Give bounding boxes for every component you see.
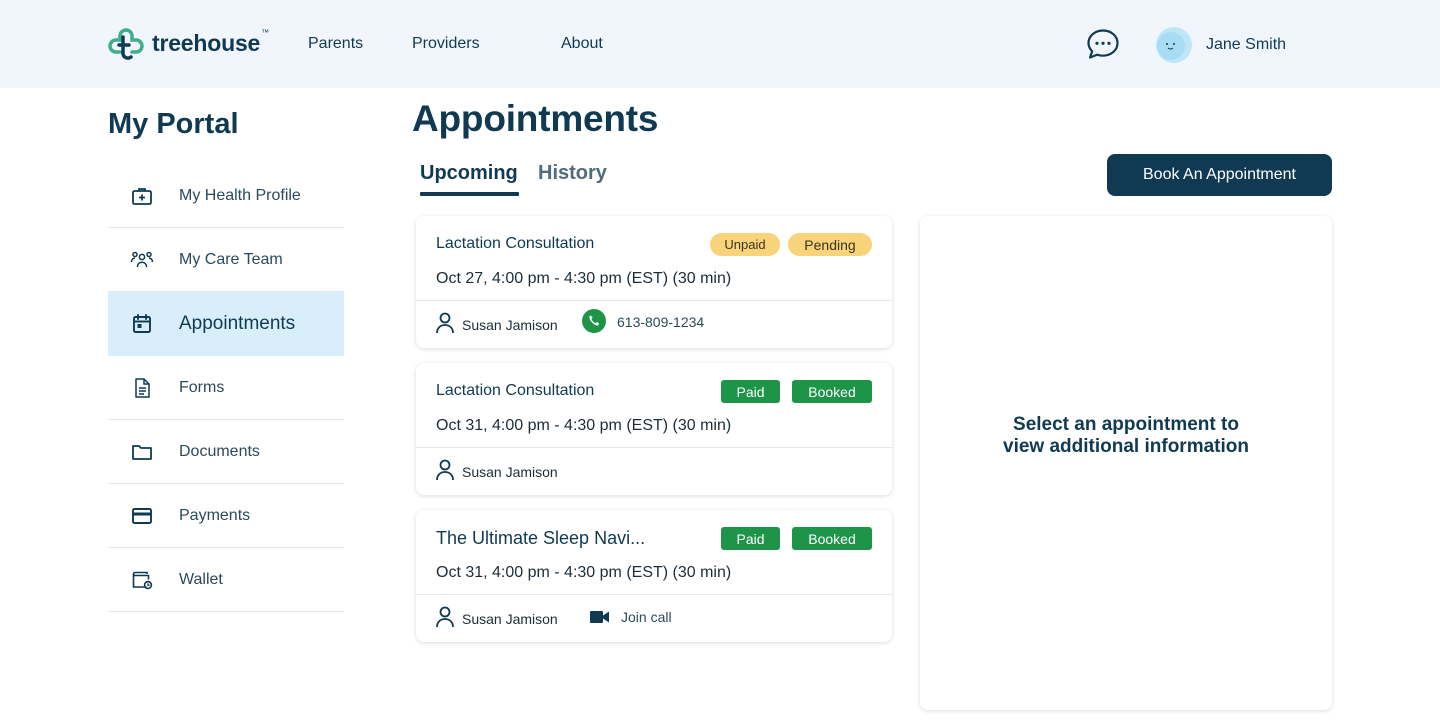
appointment-time: Oct 31, 4:00 pm - 4:30 pm (EST) (30 min) — [436, 564, 732, 581]
appointment-card[interactable]: The Ultimate Sleep Navi... Paid Booked O… — [416, 510, 892, 642]
nav-parents-link[interactable]: Parents — [308, 35, 363, 53]
credit-card-icon — [132, 508, 152, 524]
sidebar-item-label: Payments — [179, 506, 251, 524]
user-name[interactable]: Jane Smith — [1206, 36, 1286, 54]
sidebar-item-label: My Care Team — [179, 250, 283, 268]
sidebar-item-label: Appointments — [179, 312, 296, 334]
video-camera-icon[interactable] — [590, 610, 610, 624]
empty-state-line: Select an appointment to — [1013, 414, 1239, 435]
chat-bubble-icon[interactable] — [1086, 28, 1120, 60]
sidebar-item-appointments[interactable]: Appointments — [108, 292, 344, 356]
calendar-icon — [133, 314, 151, 333]
appointment-title: Lactation Consultation — [436, 235, 595, 252]
sidebar-item-forms[interactable]: Forms — [108, 356, 344, 420]
active-tab-indicator — [420, 192, 519, 196]
sidebar-item-label: Forms — [179, 378, 225, 396]
appointment-time: Oct 31, 4:00 pm - 4:30 pm (EST) (30 min) — [436, 417, 732, 434]
sidebar-item-label: Wallet — [179, 570, 223, 588]
nav-providers-link[interactable]: Providers — [412, 35, 480, 53]
empty-state-line: view additional information — [1003, 436, 1249, 457]
people-icon — [130, 251, 154, 268]
appointment-time: Oct 27, 4:00 pm - 4:30 pm (EST) (30 min) — [436, 270, 732, 287]
page-title: Appointments — [412, 98, 659, 139]
treehouse-logo-icon — [108, 28, 144, 60]
card-divider — [416, 300, 892, 301]
pending-badge: Pending — [788, 233, 872, 256]
portal-title: My Portal — [108, 108, 239, 140]
provider-name: Susan Jamison — [462, 464, 558, 480]
wallet-icon — [132, 571, 153, 590]
sidebar-item-my-health-profile[interactable]: My Health Profile — [108, 164, 344, 228]
appointment-card[interactable]: Lactation Consultation Unpaid Pending Oc… — [416, 216, 892, 348]
avatar-face-icon — [1157, 32, 1185, 60]
provider-name: Susan Jamison — [462, 317, 558, 333]
sidebar-item-label: Documents — [179, 442, 260, 460]
tab-history[interactable]: History — [538, 162, 607, 185]
unpaid-badge: Unpaid — [710, 233, 780, 256]
booked-badge: Booked — [792, 380, 872, 403]
sidebar-item-my-care-team[interactable]: My Care Team — [108, 228, 344, 292]
sidebar-item-wallet[interactable]: Wallet — [108, 548, 344, 612]
appointment-title: Lactation Consultation — [436, 382, 595, 399]
person-icon — [436, 459, 454, 481]
paid-badge: Paid — [721, 380, 780, 403]
document-icon — [135, 378, 150, 398]
phone-number[interactable]: 613-809-1234 — [617, 314, 704, 330]
person-icon — [436, 606, 454, 628]
booked-badge: Booked — [792, 527, 872, 550]
folder-icon — [132, 445, 152, 460]
medical-kit-icon — [132, 188, 152, 205]
appointment-title: The Ultimate Sleep Navi... — [436, 528, 646, 548]
sidebar-item-documents[interactable]: Documents — [108, 420, 344, 484]
appointment-detail-panel: Select an appointment to view additional… — [920, 216, 1332, 710]
user-avatar[interactable] — [1156, 27, 1192, 63]
join-call-link[interactable]: Join call — [621, 609, 672, 625]
card-divider — [416, 447, 892, 448]
sidebar-item-label: My Health Profile — [179, 186, 301, 204]
card-divider — [416, 594, 892, 595]
paid-badge: Paid — [721, 527, 780, 550]
tab-upcoming[interactable]: Upcoming — [420, 162, 518, 185]
book-appointment-button[interactable]: Book An Appointment — [1107, 154, 1332, 196]
provider-name: Susan Jamison — [462, 611, 558, 627]
appointment-card[interactable]: Lactation Consultation Paid Booked Oct 3… — [416, 363, 892, 495]
phone-icon[interactable] — [582, 309, 606, 333]
nav-about-link[interactable]: About — [561, 35, 603, 53]
person-icon — [436, 312, 454, 334]
treehouse-logo[interactable]: treehouse™ — [108, 26, 269, 62]
top-navigation-bar: treehouse™ Parents Providers About Jane … — [0, 0, 1440, 88]
logo-wordmark: treehouse™ — [152, 27, 269, 56]
sidebar-item-payments[interactable]: Payments — [108, 484, 344, 548]
sidebar-navigation: My Health Profile My Care Team Appointme… — [108, 164, 344, 612]
empty-state-message: Select an appointment to view additional… — [920, 414, 1332, 458]
